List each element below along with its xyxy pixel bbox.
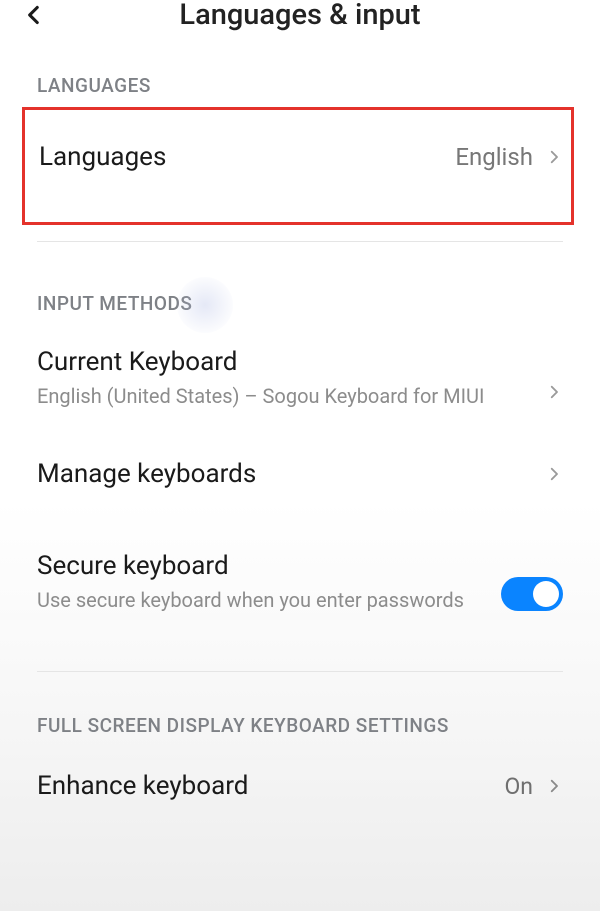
highlighted-languages-row: Languages English <box>22 107 574 225</box>
chevron-right-icon <box>545 148 563 166</box>
secure-keyboard-row[interactable]: Secure keyboard Use secure keyboard when… <box>0 489 600 615</box>
current-keyboard-label: Current Keyboard <box>37 347 545 377</box>
current-keyboard-sub: English (United States) – Sogou Keyboard… <box>37 381 545 411</box>
secure-keyboard-label: Secure keyboard <box>37 551 481 581</box>
section-header-input-methods: INPUT METHODS <box>0 292 600 315</box>
chevron-right-icon <box>545 383 563 401</box>
enhance-keyboard-row[interactable]: Enhance keyboard On <box>0 771 600 801</box>
page-title: Languages & input <box>20 0 580 32</box>
enhance-keyboard-label: Enhance keyboard <box>37 771 248 801</box>
manage-keyboards-row[interactable]: Manage keyboards <box>0 459 600 489</box>
secure-keyboard-sub: Use secure keyboard when you enter passw… <box>37 585 481 615</box>
chevron-right-icon <box>545 777 563 795</box>
divider <box>37 241 563 242</box>
enhance-keyboard-value: On <box>504 773 533 800</box>
toggle-knob <box>533 581 559 607</box>
header-bar: Languages & input <box>0 0 600 30</box>
section-header-fullscreen: FULL SCREEN DISPLAY KEYBOARD SETTINGS <box>0 714 600 737</box>
languages-row[interactable]: Languages English <box>39 142 563 172</box>
secure-keyboard-toggle[interactable] <box>501 577 563 611</box>
chevron-right-icon <box>545 465 563 483</box>
manage-keyboards-label: Manage keyboards <box>37 459 256 489</box>
section-header-languages: LANGUAGES <box>0 74 600 97</box>
languages-label: Languages <box>39 142 166 172</box>
divider <box>37 671 563 672</box>
current-keyboard-row[interactable]: Current Keyboard English (United States)… <box>0 315 600 411</box>
languages-value: English <box>455 143 533 171</box>
